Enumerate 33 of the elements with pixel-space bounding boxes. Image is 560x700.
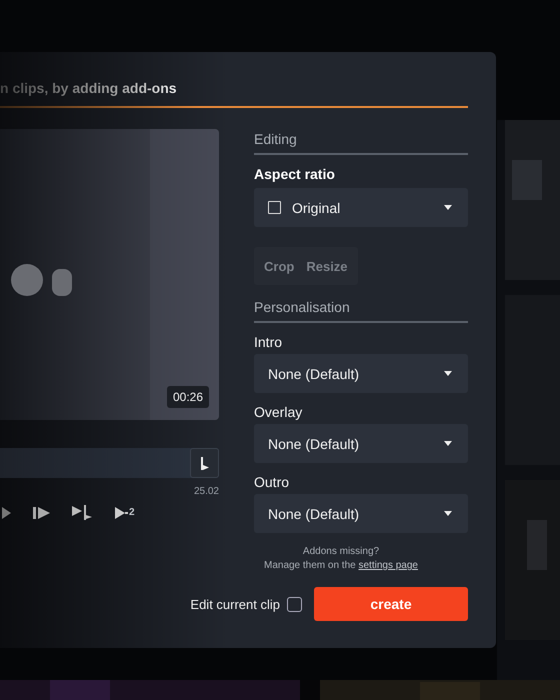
time-reading: 25.02 — [192, 486, 219, 497]
caret-icon — [444, 511, 452, 516]
duration-badge: 00:26 — [166, 386, 209, 408]
dropdown[interactable]: None (Default) — [254, 494, 468, 533]
marker-button[interactable] — [190, 448, 219, 478]
aspect-ratio-dropdown[interactable]: Original — [254, 188, 468, 227]
field-label: Intro — [254, 334, 284, 350]
field-label: Aspect ratio — [254, 166, 336, 182]
section-heading: Personalisation — [254, 299, 468, 323]
dialog-title: n clips, by adding add-ons — [0, 80, 177, 98]
field-label: Outro — [254, 474, 290, 490]
create-button[interactable]: create — [314, 587, 468, 621]
caret-icon — [444, 205, 452, 210]
settings-link[interactable]: settings page — [358, 560, 418, 571]
dropdown[interactable]: None (Default) — [254, 424, 468, 463]
dropdown[interactable]: None (Default) — [254, 354, 468, 393]
timeline-track[interactable] — [0, 448, 219, 478]
addons-hint: Addons missing? Manage them on the settings page — [262, 545, 419, 573]
step-forward-icon — [33, 506, 50, 518]
player-control-button[interactable]: 2 — [115, 506, 135, 518]
checkbox-label: Edit current clip — [190, 596, 280, 612]
caret-icon — [444, 441, 452, 446]
caret-icon — [444, 371, 452, 376]
play-icon — [115, 506, 128, 518]
play-icon — [2, 506, 11, 518]
player-control-button[interactable] — [33, 506, 50, 518]
player-control-button[interactable] — [2, 506, 11, 518]
player-control-button[interactable] — [72, 505, 93, 520]
checkbox[interactable] — [287, 596, 302, 612]
section-heading: Editing — [254, 131, 468, 155]
field-label: Overlay — [254, 404, 304, 420]
play-marker-icon — [72, 505, 93, 520]
marker-icon — [200, 456, 208, 470]
